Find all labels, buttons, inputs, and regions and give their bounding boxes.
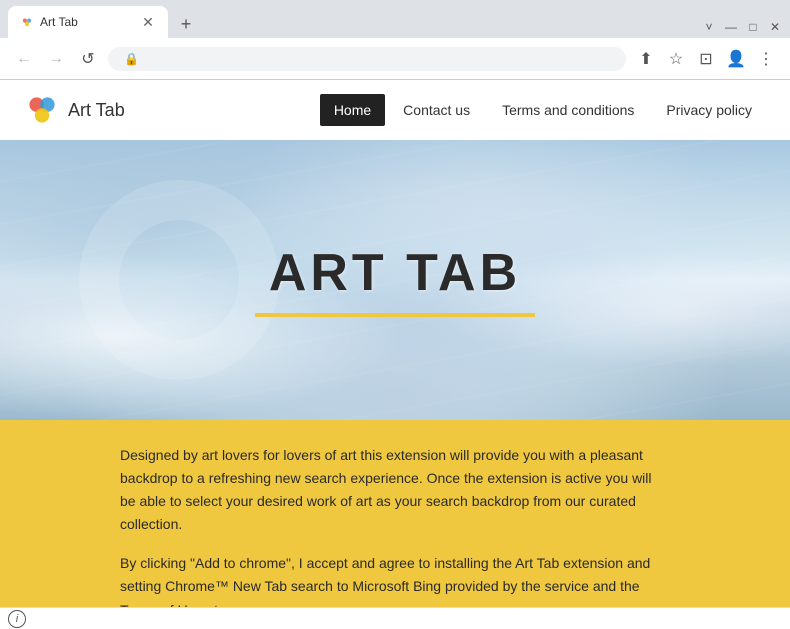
address-bar: ← → ↺ 🔒 ⬆ ☆ ⊡ 👤 ⋮ xyxy=(0,38,790,80)
logo-text: Art Tab xyxy=(68,100,125,121)
chevron-down-icon[interactable]: ˅ xyxy=(702,20,716,34)
extensions-icon[interactable]: ⊡ xyxy=(694,47,718,71)
content-section: Designed by art lovers for lovers of art… xyxy=(0,420,790,607)
toolbar-icons: ⬆ ☆ ⊡ 👤 ⋮ xyxy=(634,47,778,71)
active-tab[interactable]: Art Tab ✕ xyxy=(8,6,168,38)
bookmark-icon[interactable]: ☆ xyxy=(664,47,688,71)
maximize-button[interactable]: □ xyxy=(746,20,760,34)
nav-home[interactable]: Home xyxy=(320,94,385,126)
browser-frame: Art Tab ✕ + ˅ — □ ✕ ← → ↺ 🔒 ⬆ ☆ ⊡ 👤 ⋮ xyxy=(0,0,790,629)
logo-icon xyxy=(24,92,60,128)
back-button[interactable]: ← xyxy=(12,47,36,71)
nav-terms[interactable]: Terms and conditions xyxy=(488,94,648,126)
tab-close-button[interactable]: ✕ xyxy=(140,14,156,30)
profile-icon[interactable]: 👤 xyxy=(724,47,748,71)
hero-watermark xyxy=(79,180,279,380)
reload-button[interactable]: ↺ xyxy=(76,47,100,71)
nav-privacy[interactable]: Privacy policy xyxy=(652,94,766,126)
url-bar[interactable]: 🔒 xyxy=(108,47,626,71)
share-icon[interactable]: ⬆ xyxy=(634,47,658,71)
menu-icon[interactable]: ⋮ xyxy=(754,47,778,71)
lock-icon: 🔒 xyxy=(124,52,139,66)
forward-button[interactable]: → xyxy=(44,47,68,71)
site-nav-links: Home Contact us Terms and conditions Pri… xyxy=(320,94,766,126)
hero-underline xyxy=(255,313,535,317)
content-paragraph-2: By clicking "Add to chrome", I accept an… xyxy=(120,552,670,607)
nav-contact[interactable]: Contact us xyxy=(389,94,484,126)
status-bar: i xyxy=(0,607,790,629)
hero-title: ART TAB xyxy=(255,243,535,303)
info-icon[interactable]: i xyxy=(8,610,26,628)
webpage: Art Tab Home Contact us Terms and condit… xyxy=(0,80,790,607)
tab-title: Art Tab xyxy=(40,15,134,29)
site-logo: Art Tab xyxy=(24,92,125,128)
tab-bar: Art Tab ✕ + ˅ — □ ✕ xyxy=(0,0,790,38)
hero-content: ART TAB xyxy=(255,243,535,317)
hero-section: ART TAB xyxy=(0,140,790,420)
site-nav: Art Tab Home Contact us Terms and condit… xyxy=(0,80,790,140)
tab-favicon xyxy=(20,15,34,29)
new-tab-button[interactable]: + xyxy=(172,10,200,38)
window-controls: ˅ — □ ✕ xyxy=(702,20,782,38)
close-button[interactable]: ✕ xyxy=(768,20,782,34)
content-paragraph-1: Designed by art lovers for lovers of art… xyxy=(120,444,670,536)
minimize-button[interactable]: — xyxy=(724,20,738,34)
